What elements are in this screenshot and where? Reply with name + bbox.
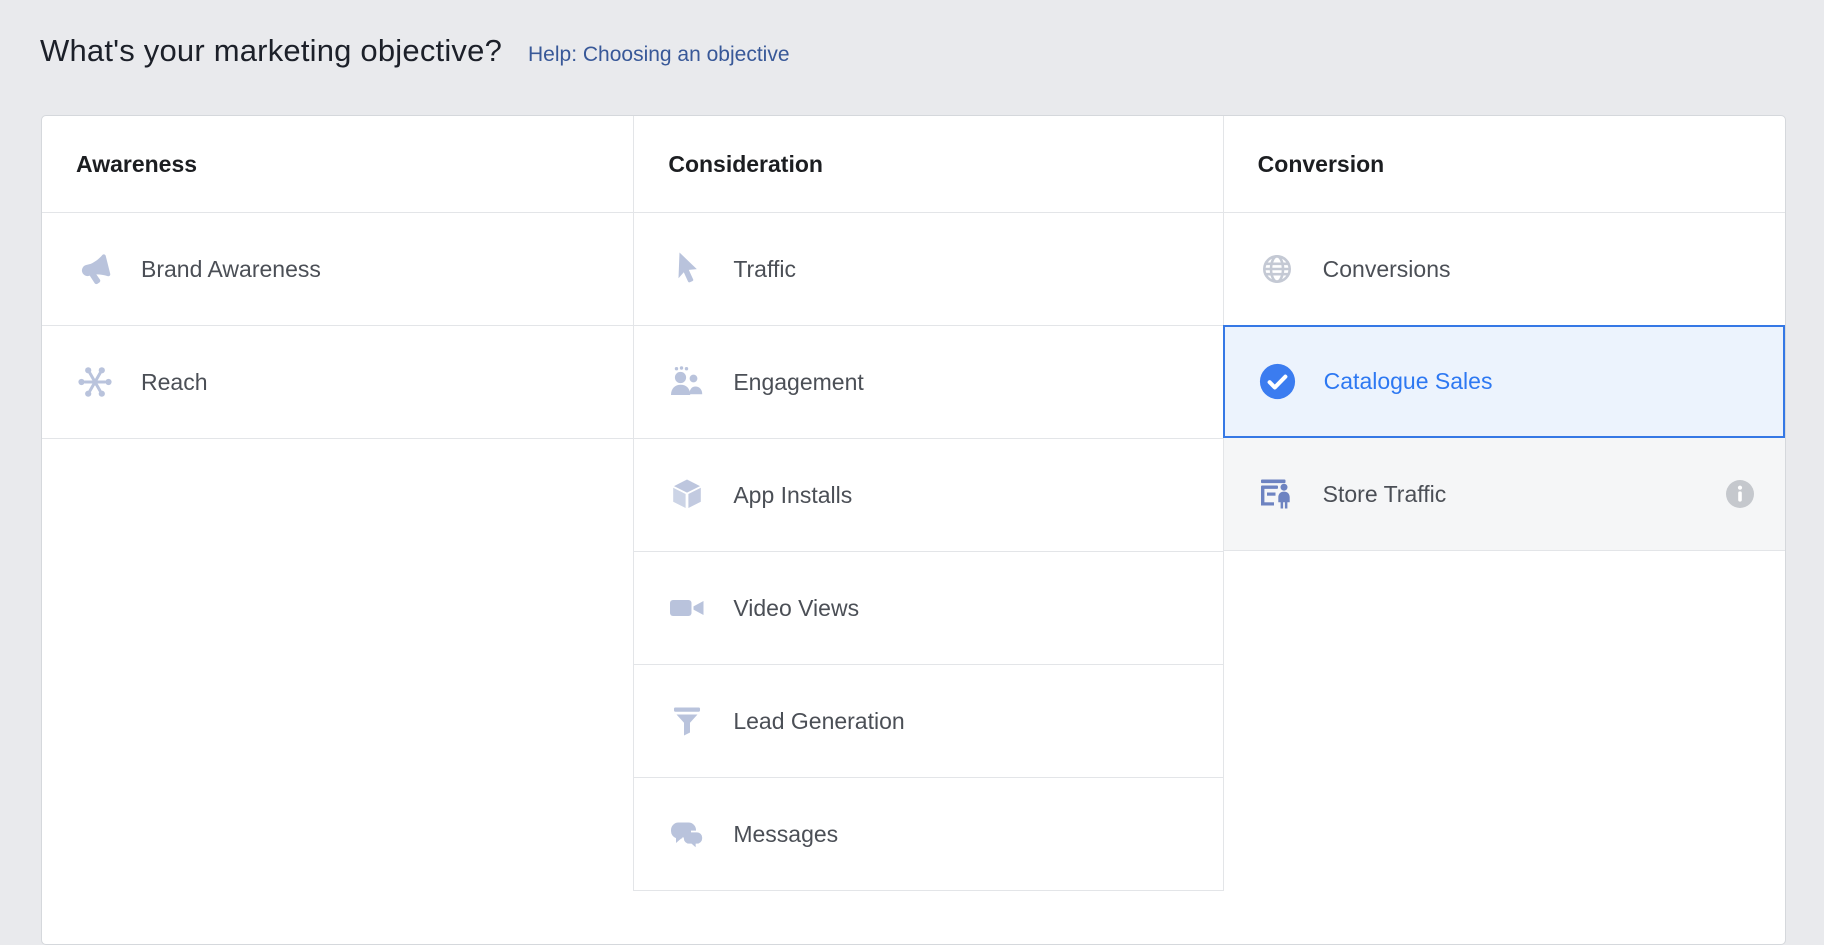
info-icon[interactable]: [1725, 479, 1755, 509]
objective-engagement[interactable]: Engagement: [633, 326, 1223, 439]
objective-conversions[interactable]: Conversions: [1224, 213, 1785, 326]
objective-reach[interactable]: Reach: [42, 326, 633, 439]
objective-traffic[interactable]: Traffic: [633, 213, 1223, 326]
objective-messages[interactable]: Messages: [633, 778, 1223, 891]
cursor-icon: [667, 249, 707, 289]
column-awareness: Awareness Brand Awareness Reach: [42, 116, 633, 439]
objective-label: Reach: [141, 369, 207, 396]
objective-label: Store Traffic: [1323, 481, 1447, 508]
objective-video-views[interactable]: Video Views: [633, 552, 1223, 665]
help-link[interactable]: Help: Choosing an objective: [528, 43, 790, 67]
column-header-awareness: Awareness: [42, 116, 633, 213]
people-engagement-icon: [667, 362, 707, 402]
objective-catalogue-sales[interactable]: Catalogue Sales: [1223, 325, 1785, 438]
chat-bubbles-icon: [667, 814, 707, 854]
objective-app-installs[interactable]: App Installs: [633, 439, 1223, 552]
objective-label: Traffic: [733, 256, 796, 283]
objective-panel: Awareness Brand Awareness Reach Consider…: [41, 115, 1786, 945]
objective-label: Messages: [733, 821, 838, 848]
page-header: What's your marketing objective? Help: C…: [40, 33, 790, 69]
objective-label: Catalogue Sales: [1324, 368, 1493, 395]
cube-icon: [667, 475, 707, 515]
objective-brand-awareness[interactable]: Brand Awareness: [42, 213, 633, 326]
column-header-consideration: Consideration: [633, 116, 1223, 213]
objective-screen: { "header": { "title": "What's your mark…: [0, 0, 1824, 933]
column-consideration: Consideration Traffic Engagement App Ins…: [633, 116, 1223, 891]
column-conversion: Conversion Conversions Catalogue Sales S…: [1224, 116, 1785, 551]
funnel-icon: [667, 701, 707, 741]
objective-label: Lead Generation: [733, 708, 904, 735]
objective-store-traffic[interactable]: Store Traffic: [1224, 438, 1785, 551]
globe-icon: [1257, 249, 1297, 289]
video-camera-icon: [667, 588, 707, 628]
objective-label: App Installs: [733, 482, 852, 509]
objective-lead-generation[interactable]: Lead Generation: [633, 665, 1223, 778]
megaphone-icon: [75, 249, 115, 289]
reach-network-icon: [75, 362, 115, 402]
objective-label: Engagement: [733, 369, 863, 396]
page-title: What's your marketing objective?: [40, 33, 502, 69]
check-circle-icon: [1258, 362, 1298, 402]
objective-label: Brand Awareness: [141, 256, 321, 283]
storefront-icon: [1257, 474, 1297, 514]
objective-label: Conversions: [1323, 256, 1451, 283]
objective-label: Video Views: [733, 595, 859, 622]
column-header-conversion: Conversion: [1224, 116, 1785, 213]
